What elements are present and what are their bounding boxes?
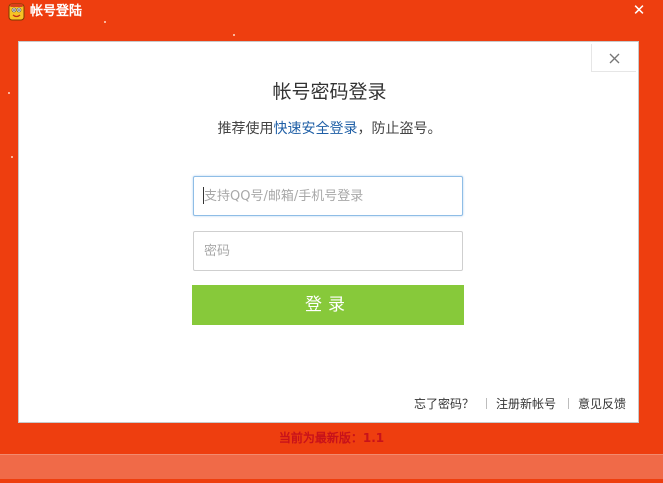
- feedback-link[interactable]: 意见反馈: [578, 397, 626, 411]
- forgot-password-link[interactable]: 忘了密码？: [414, 397, 474, 411]
- link-divider: [567, 398, 569, 409]
- sparkle-decoration: [104, 21, 106, 23]
- sparkle-decoration: [11, 156, 13, 158]
- subheading-suffix: ，防止盗号。: [357, 121, 442, 137]
- quick-login-link[interactable]: 快速安全登录: [274, 121, 358, 137]
- login-panel: 帐号密码登录 推荐使用快速安全登录，防止盗号。 登录 忘了密码？ 注册新帐号 意见反…: [18, 41, 639, 423]
- subheading-prefix: 推荐使用: [217, 121, 274, 137]
- login-window: 帐号登陆 ✕ 帐号密码登录 推荐使用快速安全登录，防止盗号。 登录 忘了密码？ 注…: [0, 0, 663, 483]
- password-input[interactable]: [193, 231, 463, 271]
- link-divider: [485, 398, 487, 409]
- footer-links: 忘了密码？ 注册新帐号 意见反馈: [414, 396, 626, 412]
- sparkle-decoration: [233, 34, 235, 36]
- window-close-button[interactable]: ✕: [628, 0, 650, 20]
- username-input[interactable]: [193, 176, 463, 216]
- version-status: 当前为最新版：1.1: [278, 431, 385, 445]
- login-subheading: 推荐使用快速安全登录，防止盗号。: [19, 119, 640, 139]
- text-caret: [203, 187, 204, 204]
- close-icon: [609, 53, 620, 64]
- title-bar[interactable]: 帐号登陆 ✕: [0, 0, 663, 24]
- window-title: 帐号登陆: [30, 4, 83, 19]
- register-link[interactable]: 注册新帐号: [496, 397, 556, 411]
- app-mascot-icon: [8, 3, 25, 21]
- sparkle-decoration: [8, 92, 10, 94]
- login-heading: 帐号密码登录: [272, 81, 387, 103]
- bottom-bar: [0, 454, 663, 479]
- login-button[interactable]: 登录: [192, 285, 464, 325]
- panel-close-button[interactable]: [591, 44, 636, 72]
